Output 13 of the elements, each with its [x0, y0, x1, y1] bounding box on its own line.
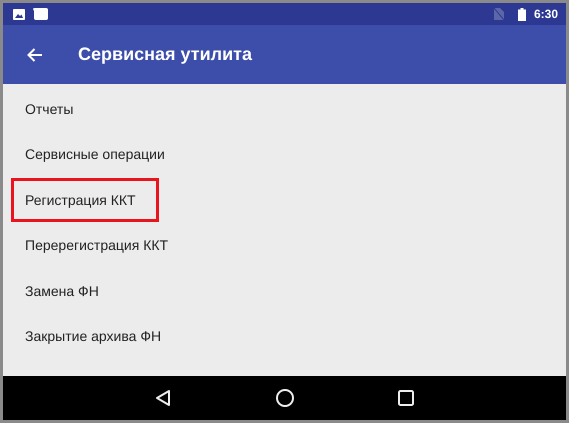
- image-icon: [13, 8, 25, 20]
- menu-item[interactable]: Отчеты: [11, 86, 88, 131]
- app-title: Сервисная утилита: [78, 44, 252, 65]
- battery-icon: [518, 8, 526, 20]
- menu-item[interactable]: Сервисные операции: [11, 132, 179, 176]
- menu-item[interactable]: Замена ФН: [11, 268, 113, 313]
- menu-item[interactable]: Регистрация ККТ: [11, 178, 159, 222]
- message-icon: [33, 8, 49, 20]
- no-signal-icon: [494, 8, 504, 20]
- back-arrow-icon: [27, 48, 43, 62]
- clock-time: 6:30: [534, 7, 558, 21]
- menu-item[interactable]: Закрытие архива ФН: [11, 314, 176, 358]
- menu-item[interactable]: Перерегистрация ККТ: [11, 223, 182, 268]
